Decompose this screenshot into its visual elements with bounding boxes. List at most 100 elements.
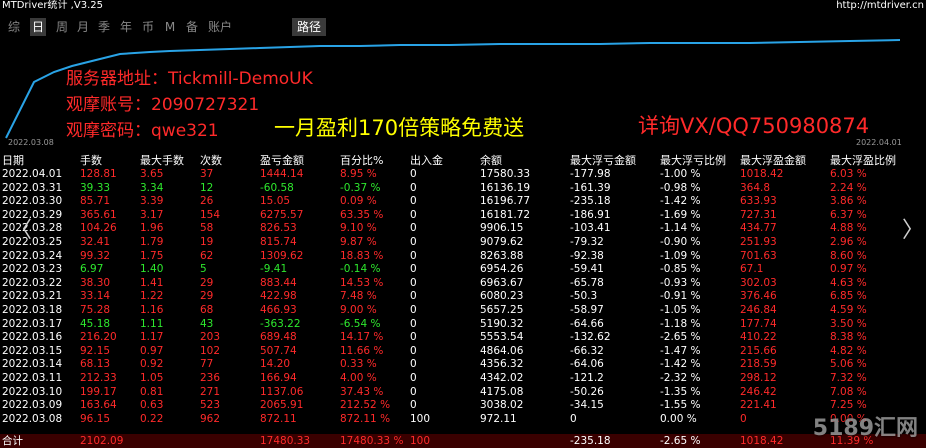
cell-max-float-loss: -92.38 <box>570 249 604 262</box>
cell-max-float-profit-pct: 5.06 % <box>830 358 867 371</box>
table-row[interactable]: 2022.03.18 75.28 1.16 68 466.93 9.00 % 0 5657.2… <box>0 304 926 318</box>
table-row[interactable]: 2022.03.09 163.64 0.63 523 2065.91 212.52 % 0 3… <box>0 399 926 413</box>
cell-percent: -0.37 % <box>340 181 381 194</box>
table-row[interactable]: 2022.04.01 128.81 3.65 37 1444.14 8.95 % 0 1758… <box>0 168 926 182</box>
cell-max-float-loss: -34.15 <box>570 399 604 412</box>
cell-trades: 271 <box>200 385 221 398</box>
cell-percent: 9.00 % <box>340 303 377 316</box>
cell-max-float-loss-pct: -0.90 % <box>660 235 701 248</box>
cell-deposit: 0 <box>410 385 417 398</box>
table-row[interactable]: 2022.03.10 199.17 0.81 271 1137.06 37.43 % 0 41… <box>0 386 926 400</box>
table-row[interactable]: 2022.03.15 92.15 0.97 102 507.74 11.66 % 0 4864… <box>0 345 926 359</box>
site-url-link[interactable]: http://mtdriver.cn <box>836 0 924 12</box>
cell-trades: 37 <box>200 168 214 180</box>
tab-day[interactable]: 日 <box>30 18 46 36</box>
table-row[interactable]: 2022.03.08 96.15 0.22 962 872.11 872.11 % 100 9… <box>0 413 926 427</box>
cell-deposit: 0 <box>410 303 417 316</box>
tab-month[interactable]: 月 <box>75 18 91 36</box>
table-row[interactable]: 2022.03.11 212.33 1.05 236 166.94 4.00 % 0 4342… <box>0 372 926 386</box>
cell-percent: 0.33 % <box>340 358 377 371</box>
cell-trades: 43 <box>200 317 214 330</box>
table-row[interactable]: 2022.03.17 45.18 1.11 43 -363.22 -6.54 % 0 5190… <box>0 318 926 332</box>
cell-max-float-profit-pct: 4.59 % <box>830 303 867 316</box>
cell-max-float-loss: -50.3 <box>570 290 598 303</box>
prev-arrow-icon[interactable]: 〈 <box>10 212 32 244</box>
cell-max-float-profit: 215.66 <box>740 344 777 357</box>
totals-deposit: 100 <box>410 435 431 447</box>
cell-max-lots: 1.75 <box>140 249 164 262</box>
cell-lots: 128.81 <box>80 168 117 180</box>
contact-text: 详询VX/QQ750980874 <box>638 114 870 138</box>
tab-account[interactable]: 账户 <box>206 18 234 36</box>
col-header-trades: 次数 <box>200 154 222 167</box>
cell-max-float-profit-pct: 3.86 % <box>830 195 867 208</box>
cell-lots: 163.64 <box>80 399 117 412</box>
cell-max-float-profit: 434.77 <box>740 222 777 235</box>
cell-trades: 19 <box>200 235 214 248</box>
cell-max-float-loss: -177.98 <box>570 168 611 180</box>
cell-profit: 826.53 <box>260 222 297 235</box>
cell-max-lots: 1.16 <box>140 303 164 316</box>
table-row[interactable]: 2022.03.31 39.33 3.34 12 -60.58 -0.37 % 0 16136… <box>0 182 926 196</box>
cell-max-float-profit: 246.84 <box>740 303 777 316</box>
table-row[interactable]: 2022.03.21 33.14 1.22 29 422.98 7.48 % 0 6080.2… <box>0 290 926 304</box>
cell-balance: 6954.26 <box>480 263 524 276</box>
cell-max-float-profit: 67.1 <box>740 263 764 276</box>
table-row[interactable]: 2022.03.23 6.97 1.40 5 -9.41 -0.14 % 0 6954.26 -… <box>0 263 926 277</box>
col-header-max-float-profit: 最大浮盈金额 <box>740 154 806 167</box>
tab-week[interactable]: 周 <box>54 18 70 36</box>
tab-summary[interactable]: 综 <box>6 18 22 36</box>
cell-max-float-loss: -79.32 <box>570 235 604 248</box>
cell-percent: 14.17 % <box>340 331 384 344</box>
password-text: 观摩密码：qwe321 <box>66 121 219 141</box>
table-row[interactable]: 2022.03.29 365.61 3.17 154 6275.57 63.35 % 0 16… <box>0 209 926 223</box>
cell-max-float-loss: -50.26 <box>570 385 604 398</box>
cell-max-lots: 3.65 <box>140 168 164 180</box>
cell-max-lots: 1.41 <box>140 276 164 289</box>
table-row[interactable]: 2022.03.24 99.32 1.75 62 1309.62 18.83 % 0 8263… <box>0 250 926 264</box>
cell-max-float-profit: 701.63 <box>740 249 777 262</box>
col-header-date: 日期 <box>2 154 24 167</box>
cell-trades: 26 <box>200 195 214 208</box>
cell-lots: 96.15 <box>80 412 111 425</box>
cell-balance: 4864.06 <box>480 344 524 357</box>
cell-lots: 199.17 <box>80 385 117 398</box>
server-address-text: 服务器地址：Tickmill-DemoUK <box>66 69 313 89</box>
cell-date: 2022.03.15 <box>2 344 63 357</box>
cell-profit: 1137.06 <box>260 385 304 398</box>
cell-balance: 972.11 <box>480 412 517 425</box>
cell-date: 2022.03.10 <box>2 385 63 398</box>
cell-max-lots: 1.11 <box>140 317 164 330</box>
tab-path[interactable]: 路径 <box>292 18 326 36</box>
col-header-max-float-profit-pct: 最大浮盈比例 <box>830 154 896 167</box>
col-header-percent: 百分比% <box>340 154 384 167</box>
next-arrow-icon[interactable]: 〉 <box>902 212 924 244</box>
cell-percent: 872.11 % <box>340 412 391 425</box>
table-row[interactable]: 2022.03.25 32.41 1.79 19 815.74 9.87 % 0 9079.6… <box>0 236 926 250</box>
cell-date: 2022.03.24 <box>2 249 63 262</box>
cell-max-float-profit-pct: 6.03 % <box>830 168 867 180</box>
cell-max-float-loss: 0 <box>570 412 577 425</box>
cell-max-float-profit: 251.93 <box>740 235 777 248</box>
cell-max-float-profit-pct: 7.32 % <box>830 371 867 384</box>
table-row[interactable]: 2022.03.14 68.13 0.92 77 14.20 0.33 % 0 4356.32… <box>0 358 926 372</box>
cell-lots: 92.15 <box>80 344 111 357</box>
cell-profit: 15.05 <box>260 195 291 208</box>
cell-max-lots: 0.22 <box>140 412 164 425</box>
tab-currency[interactable]: 币 <box>140 18 156 36</box>
tab-magic[interactable]: M <box>162 18 178 36</box>
slogan-text: 一月盈利170倍策略免费送 <box>274 116 525 140</box>
tab-quarter[interactable]: 季 <box>96 18 112 36</box>
tab-year[interactable]: 年 <box>118 18 134 36</box>
table-row[interactable]: 2022.03.16 216.20 1.17 203 689.48 14.17 % 0 555… <box>0 331 926 345</box>
cell-max-float-loss-pct: -0.85 % <box>660 263 701 276</box>
table-row[interactable]: 2022.03.22 38.30 1.41 29 883.44 14.53 % 0 6963.… <box>0 277 926 291</box>
tab-note[interactable]: 备 <box>184 18 200 36</box>
cell-profit: 1309.62 <box>260 249 304 262</box>
cell-max-float-profit-pct: 4.88 % <box>830 222 867 235</box>
cell-max-float-loss: -64.06 <box>570 358 604 371</box>
cell-max-float-loss-pct: -1.47 % <box>660 344 701 357</box>
table-row[interactable]: 2022.03.28 104.26 1.96 58 826.53 9.10 % 0 9906.… <box>0 222 926 236</box>
table-row[interactable]: 2022.03.30 85.71 3.39 26 15.05 0.09 % 0 16196.7… <box>0 195 926 209</box>
cell-deposit: 0 <box>410 317 417 330</box>
